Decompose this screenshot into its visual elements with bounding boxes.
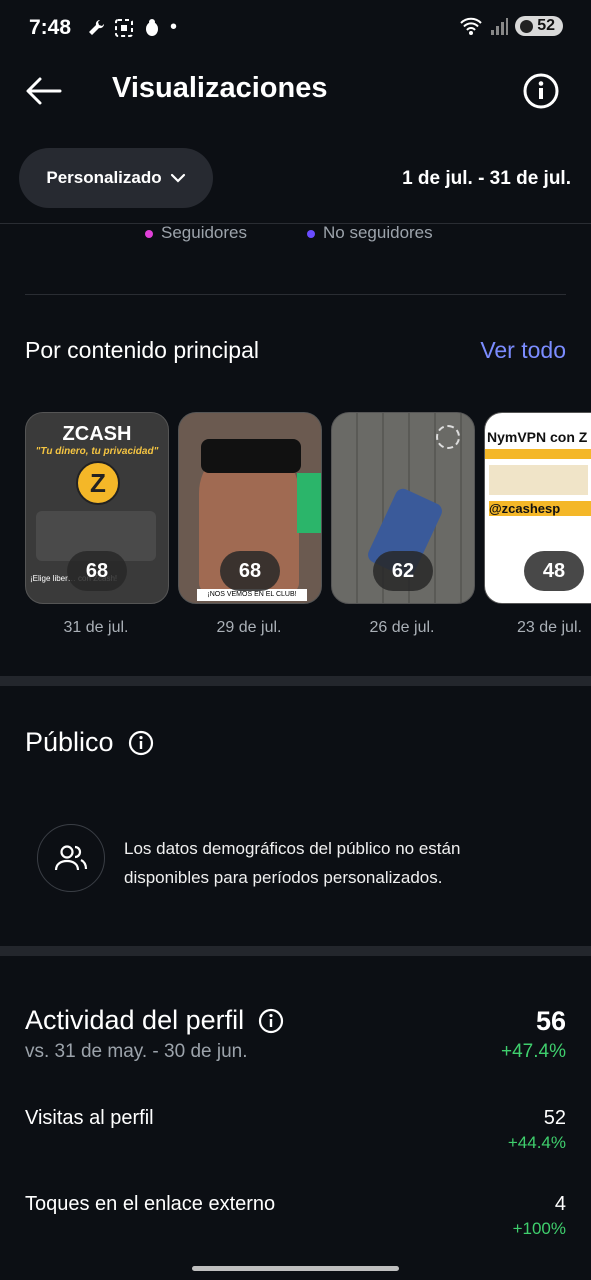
info-icon[interactable]: [128, 730, 154, 756]
thumbnail-green-banner: [297, 473, 321, 533]
info-icon: [523, 73, 559, 109]
home-gesture-bar[interactable]: [192, 1266, 399, 1271]
zcash-logo-icon: Z: [76, 461, 120, 505]
info-button[interactable]: [523, 73, 559, 109]
section-separator: [0, 946, 591, 956]
thumbnail-heading: NymVPN con Z: [487, 429, 588, 445]
thumbnail-heading: ZCASH: [62, 423, 132, 445]
content-thumbnail[interactable]: NymVPN con Z @zcashesp 48: [484, 412, 591, 604]
date-range: 1 de jul. - 31 de jul.: [402, 168, 571, 189]
thumbnail-date: 31 de jul.: [63, 619, 129, 636]
content-thumbnail[interactable]: 62: [331, 412, 475, 604]
status-icons: •: [86, 16, 177, 39]
period-dropdown[interactable]: Personalizado: [19, 148, 213, 208]
profile-activity-change: +47.4%: [501, 1041, 566, 1062]
arrow-left-icon: [26, 77, 62, 105]
status-bar: 7:48 • 52: [0, 0, 591, 56]
status-right: 52: [459, 16, 563, 36]
section-separator: [0, 676, 591, 686]
signal-icon: [491, 18, 509, 35]
battery-indicator: 52: [515, 16, 563, 36]
profile-activity-total: 56: [535, 1006, 566, 1036]
thumbnail-text-block: [489, 465, 588, 495]
view-count-badge: 62: [373, 551, 433, 591]
content-thumbnail[interactable]: ZCASH "Tu dinero, tu privacidad" Z ¡Elig…: [25, 412, 169, 604]
loading-icon: [436, 425, 460, 449]
profile-visits-label: Visitas al perfil: [25, 1107, 154, 1129]
wifi-icon: [460, 17, 482, 35]
external-link-taps-change: +100%: [512, 1219, 566, 1238]
thumbnail-subheading: "Tu dinero, tu privacidad": [35, 446, 159, 457]
profile-visits-change: +44.4%: [507, 1133, 566, 1152]
audience-placeholder-icon-circle: [37, 824, 105, 892]
thumbnail-date: 23 de jul.: [517, 619, 582, 636]
bug-icon: [146, 18, 158, 36]
external-link-taps-value: 4: [554, 1193, 566, 1215]
view-count-badge: 68: [67, 551, 127, 591]
comparison-period: vs. 31 de may. - 30 de jun.: [25, 1041, 248, 1062]
page-title: Visualizaciones: [112, 72, 328, 104]
view-count-badge: 48: [524, 551, 584, 591]
sunglasses-icon: [201, 439, 301, 473]
audience-header: Público: [25, 727, 154, 758]
legend-non-followers: No seguidores: [307, 223, 433, 243]
legend-followers: Seguidores: [145, 223, 247, 243]
followers-dot-icon: [145, 229, 153, 238]
people-icon: [54, 845, 88, 871]
profile-activity-header: Actividad del perfil: [25, 1005, 284, 1036]
thumbnail-date: 26 de jul.: [369, 619, 435, 636]
thumbnail-date: 29 de jul.: [216, 619, 282, 636]
notification-dot-icon: •: [170, 16, 178, 38]
non-followers-dot-icon: [307, 229, 316, 238]
top-content-title: Por contenido principal: [25, 337, 259, 363]
audience-title: Público: [25, 727, 114, 757]
audience-message: Los datos demográficos del público no es…: [124, 839, 461, 887]
see-all-link[interactable]: Ver todo: [480, 337, 566, 364]
wrench-icon: [89, 19, 105, 35]
screenshot-icon: [115, 18, 133, 37]
view-count-badge: 68: [220, 551, 280, 591]
content-thumbnail[interactable]: ¡NOS VEMOS EN EL CLUB! 68: [178, 412, 322, 604]
period-dropdown-label: Personalizado: [46, 168, 162, 187]
thumbnail-banner: [485, 449, 591, 459]
chart-legend: Seguidores No seguidores: [145, 223, 433, 243]
external-link-taps-label: Toques en el enlace externo: [25, 1193, 276, 1215]
profile-activity-title: Actividad del perfil: [25, 1005, 245, 1035]
profile-visits-value: 52: [543, 1107, 566, 1129]
status-time: 7:48: [29, 16, 72, 39]
info-icon[interactable]: [258, 1008, 284, 1034]
back-button[interactable]: [24, 74, 64, 108]
chevron-down-icon: [170, 173, 185, 183]
divider: [25, 294, 566, 295]
thumbnail-handle: @zcashesp: [489, 501, 591, 516]
